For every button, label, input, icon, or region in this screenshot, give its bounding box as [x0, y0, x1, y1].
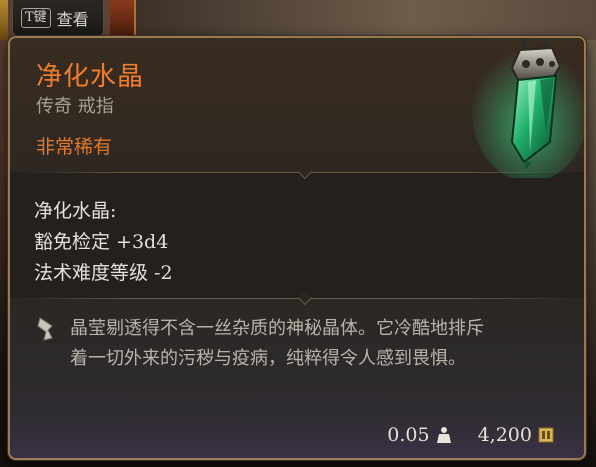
- description-line: 着一切外来的污秽与疫病，纯粹得令人感到畏惧。: [70, 348, 466, 369]
- item-name: 净化水晶: [36, 62, 145, 92]
- item-footer: 0.05 4,200: [387, 424, 554, 446]
- crystal-amulet-icon: [472, 38, 584, 178]
- weight-icon: [436, 427, 451, 443]
- scene-strip: [136, 0, 596, 40]
- inspect-hotkey-button[interactable]: T键 查看: [12, 0, 104, 36]
- description-line: 晶莹剔透得不含一丝杂质的神秘晶体。它冷酷地排斥: [70, 318, 484, 339]
- stat-line: 法术难度等级 -2: [34, 262, 173, 284]
- keyboard-key-icon: T键: [21, 7, 51, 28]
- item-type: 传奇 戒指: [36, 96, 114, 117]
- stats-block: 净化水晶: 豁免检定 +3d4 法术难度等级 -2: [34, 196, 173, 289]
- inventory-slot-frame: [110, 0, 136, 36]
- item-price: 4,200: [477, 424, 532, 446]
- stats-header: 净化水晶:: [34, 200, 117, 222]
- item-rarity: 非常稀有: [36, 136, 113, 158]
- section-divider: [20, 290, 574, 306]
- hotbar-edge: [0, 0, 8, 40]
- item-tooltip: 净化水晶 传奇 戒指 非常稀有 净化水晶: 豁免检定 +3d4 法术难度等级 -…: [8, 36, 586, 460]
- stat-line: 豁免检定 +3d4: [34, 231, 169, 253]
- gold-coin-icon: [538, 427, 554, 443]
- quill-icon: [37, 317, 53, 341]
- item-description: 晶莹剔透得不含一丝杂质的神秘晶体。它冷酷地排斥 着一切外来的污秽与疫病，纯粹得令…: [70, 314, 570, 374]
- item-weight: 0.05: [387, 424, 430, 446]
- inspect-label: 查看: [56, 9, 89, 29]
